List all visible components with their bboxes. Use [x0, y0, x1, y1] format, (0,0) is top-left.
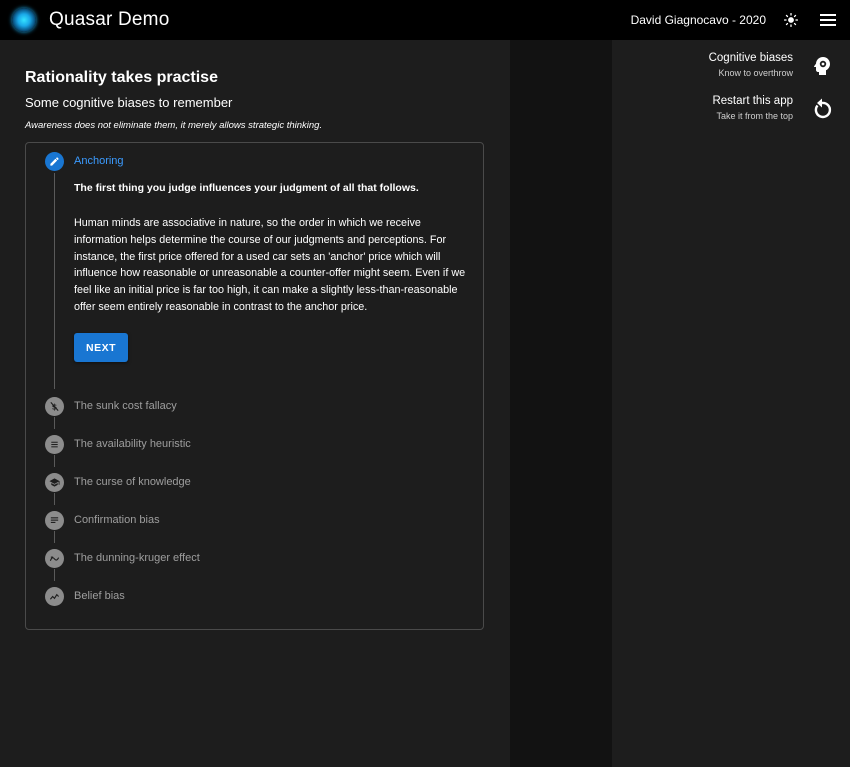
- sun-icon[interactable]: [784, 13, 798, 27]
- page-note: Awareness does not eliminate them, it me…: [25, 120, 323, 131]
- psychology-icon: [814, 57, 830, 75]
- drawer-item-label: Cognitive biases: [708, 52, 793, 64]
- step-dot-dunning-kruger[interactable]: [45, 549, 64, 568]
- step-connector: [54, 493, 55, 505]
- edit-icon: [50, 157, 59, 166]
- drawer-item-cognitive-biases[interactable]: Cognitive biases Know to overthrow: [612, 46, 850, 80]
- step-dot-curse-of-knowledge[interactable]: [45, 473, 64, 492]
- school-icon: [49, 478, 60, 487]
- page-title: Rationality takes practise: [25, 69, 218, 86]
- step-title[interactable]: Belief bias: [74, 590, 125, 602]
- hamburger-menu-icon[interactable]: [820, 13, 836, 27]
- list-icon: [51, 441, 58, 448]
- step-title[interactable]: The sunk cost fallacy: [74, 400, 177, 412]
- step-title[interactable]: The availability heuristic: [74, 438, 191, 450]
- drawer-item-restart[interactable]: Restart this app Take it from the top: [612, 89, 850, 123]
- bias-stepper: Anchoring The first thing you judge infl…: [25, 142, 484, 630]
- layout-gap: [510, 40, 612, 767]
- next-button[interactable]: NEXT: [74, 333, 128, 362]
- trending-icon: [49, 556, 60, 561]
- restart-icon: [814, 98, 832, 119]
- step-dot-belief-bias[interactable]: [45, 587, 64, 606]
- drawer-item-caption: Take it from the top: [716, 111, 793, 121]
- right-drawer: Cognitive biases Know to overthrow Resta…: [612, 40, 850, 767]
- step-connector: [54, 455, 55, 467]
- step-title-active[interactable]: Anchoring: [74, 155, 124, 167]
- step-connector: [54, 531, 55, 543]
- chart-line-icon: [49, 593, 60, 600]
- step-active-dot[interactable]: [45, 152, 64, 171]
- app-logo: [12, 8, 36, 32]
- drawer-item-label: Restart this app: [712, 95, 793, 107]
- step-dot-sunk-cost[interactable]: $: [45, 397, 64, 416]
- step-connector: [54, 569, 55, 581]
- notes-icon: [50, 517, 59, 523]
- step-body-text: Human minds are associative in nature, s…: [74, 217, 466, 313]
- step-connector: [54, 173, 55, 389]
- step-title[interactable]: Confirmation bias: [74, 514, 160, 526]
- author-label: David Giagnocavo - 2020: [630, 13, 766, 27]
- step-title[interactable]: The dunning-kruger effect: [74, 552, 200, 564]
- step-dot-confirmation-bias[interactable]: [45, 511, 64, 530]
- app-header: Quasar Demo David Giagnocavo - 2020: [0, 0, 850, 40]
- step-title[interactable]: The curse of knowledge: [74, 476, 191, 488]
- drawer-item-caption: Know to overthrow: [718, 68, 793, 78]
- page-subtitle: Some cognitive biases to remember: [25, 95, 233, 110]
- step-connector: [54, 417, 55, 429]
- step-headline: The first thing you judge influences you…: [74, 182, 419, 194]
- money-off-icon: $: [50, 402, 59, 411]
- app-title: Quasar Demo: [49, 9, 170, 30]
- step-dot-availability[interactable]: [45, 435, 64, 454]
